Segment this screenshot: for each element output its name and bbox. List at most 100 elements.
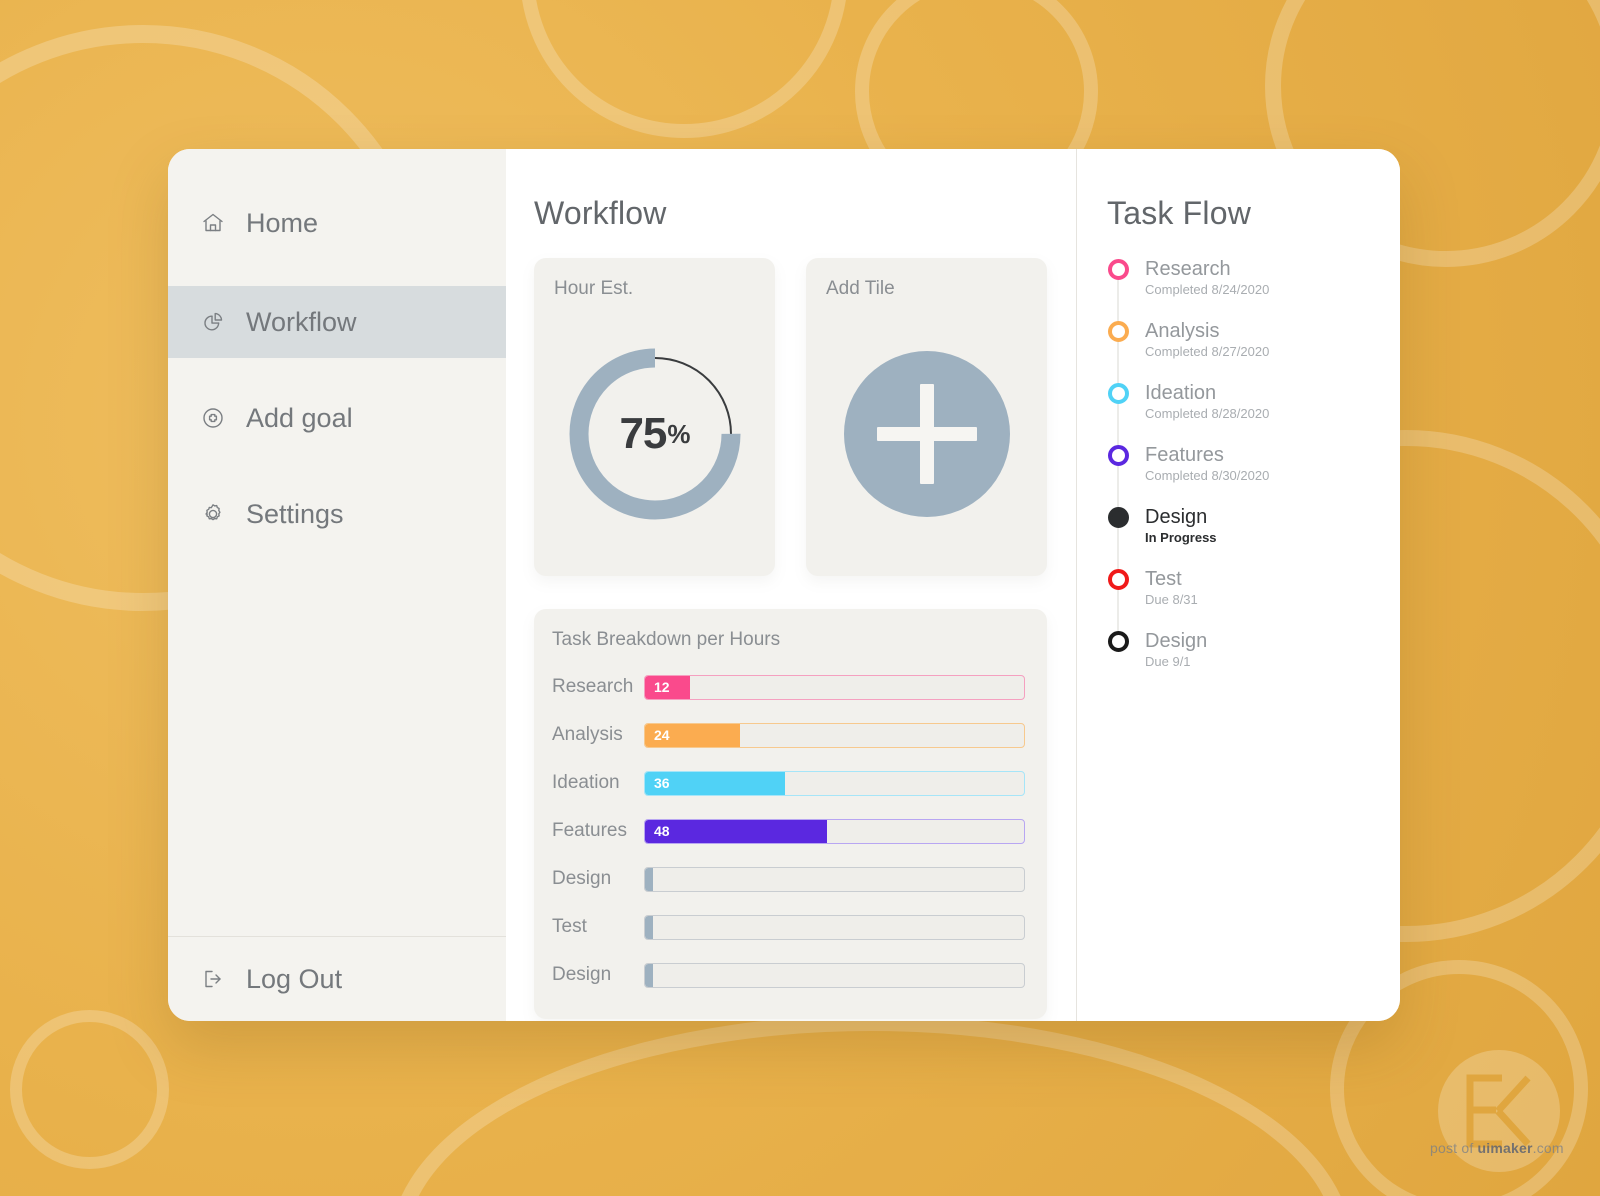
task-name: Ideation [1145,382,1217,404]
table-row[interactable]: Ideation 36 [552,759,1025,807]
bar-fill: 12 [645,675,691,699]
marker-column [1107,320,1129,393]
logout-button[interactable]: Log Out [168,937,506,1021]
task-name: Research [1145,258,1231,280]
task-status: Completed 8/27/2020 [1145,344,1270,359]
bar-value: 48 [654,823,670,839]
donut-percent-unit: % [667,418,690,449]
bar-label: Features [552,820,627,841]
list-item[interactable]: Ideation Completed 8/28/2020 [1107,382,1400,455]
status-dot-icon [1107,445,1129,466]
bar-label: Research [552,676,634,697]
marker-column [1107,258,1129,331]
hour-est-tile[interactable]: Hour Est. 75% [534,258,775,576]
task-name: Features [1145,444,1224,466]
task-status: In Progress [1145,530,1217,545]
list-item-text: Design Due 9/1 [1145,630,1207,692]
watermark-suffix: .com [1532,1140,1564,1156]
task-status: Due 8/31 [1145,592,1198,607]
decorative-ring [520,0,848,138]
chart-title: Task Breakdown per Hours [552,629,781,650]
decorative-ring [10,1010,169,1169]
bar-track[interactable]: 36 [644,770,1025,796]
sidebar-item-add-goal[interactable]: Add goal [168,382,506,454]
sidebar-item-workflow[interactable]: Workflow [168,286,506,358]
bar-track[interactable] [644,914,1025,940]
task-status: Due 9/1 [1145,654,1191,669]
table-row[interactable]: Design [552,855,1025,903]
marker-column [1107,630,1129,692]
list-item[interactable]: Analysis Completed 8/27/2020 [1107,320,1400,393]
taskflow-title: Task Flow [1107,195,1252,231]
task-breakdown-card: Task Breakdown per Hours Research 12 Ana… [534,609,1047,1019]
timeline: Research Completed 8/24/2020 Analysis Co… [1107,258,1400,692]
status-dot-icon [1107,321,1129,342]
plus-circle-icon [198,403,228,433]
bar-track[interactable]: 12 [644,674,1025,700]
table-row[interactable]: Test [552,903,1025,951]
marker-column [1107,568,1129,641]
task-name: Design [1145,506,1208,528]
tile-body: 75% [534,314,775,554]
sidebar-item-label: Add goal [246,402,353,433]
bar-fill [645,915,653,939]
gear-icon [198,499,228,529]
watermark-text: post of uimaker.com [1430,1140,1564,1156]
logout-icon [198,964,228,994]
bar-value: 24 [654,727,670,743]
watermark-brand: uimaker [1477,1140,1533,1156]
table-row[interactable]: Features 48 [552,807,1025,855]
sidebar-item-home[interactable]: Home [168,187,506,259]
bar-track[interactable] [644,866,1025,892]
marker-column [1107,444,1129,517]
bar-fill: 36 [645,771,786,795]
bar-track[interactable] [644,962,1025,988]
status-dot-icon [1107,383,1129,404]
bar-track[interactable]: 24 [644,722,1025,748]
list-item[interactable]: Research Completed 8/24/2020 [1107,258,1400,331]
list-item-current[interactable]: Design In Progress [1107,506,1400,579]
list-item-text: Design In Progress [1145,506,1217,568]
logout-label: Log Out [246,963,343,994]
bar-label: Test [552,916,587,937]
workflow-section: Workflow Hour Est. 75% Add Tile Task Bre… [506,149,1076,1021]
bar-fill: 48 [645,819,827,843]
table-row[interactable]: Research 12 [552,663,1025,711]
donut-percent-number: 75 [619,409,667,458]
status-dot-icon [1107,631,1129,652]
page-title: Workflow [534,195,667,231]
app-window: Home Workflow Add goal Settings Log Out … [168,149,1400,1021]
list-item-text: Analysis Completed 8/27/2020 [1145,320,1269,382]
tile-label: Add Tile [826,278,895,299]
sidebar-item-settings[interactable]: Settings [168,478,506,550]
bar-fill [645,867,653,891]
bar-label: Design [552,964,612,985]
bar-fill: 24 [645,723,740,747]
bar-track[interactable]: 48 [644,818,1025,844]
donut-value: 75% [563,342,747,526]
bar-label: Design [552,868,612,889]
table-row[interactable]: Analysis 24 [552,711,1025,759]
taskflow-section: Task Flow Research Completed 8/24/2020 A… [1076,149,1400,1021]
task-name: Test [1145,568,1182,590]
sidebar-item-label: Home [246,207,319,238]
status-dot-icon [1107,569,1129,590]
task-status: Completed 8/30/2020 [1145,468,1270,483]
list-item[interactable]: Features Completed 8/30/2020 [1107,444,1400,517]
task-status: Completed 8/24/2020 [1145,282,1270,297]
sidebar-item-label: Settings [246,498,344,529]
add-tile[interactable]: Add Tile [806,258,1047,576]
list-item[interactable]: Design Due 9/1 [1107,630,1400,692]
table-row[interactable]: Design [552,951,1025,999]
tile-row: Hour Est. 75% Add Tile [534,258,1076,576]
sidebar: Home Workflow Add goal Settings Log Out [168,149,506,1021]
list-item[interactable]: Test Due 8/31 [1107,568,1400,641]
plus-icon[interactable] [843,351,1010,517]
home-icon [198,208,228,238]
task-name: Analysis [1145,320,1220,342]
donut-chart: 75% [563,342,747,526]
bar-value: 12 [654,679,670,695]
